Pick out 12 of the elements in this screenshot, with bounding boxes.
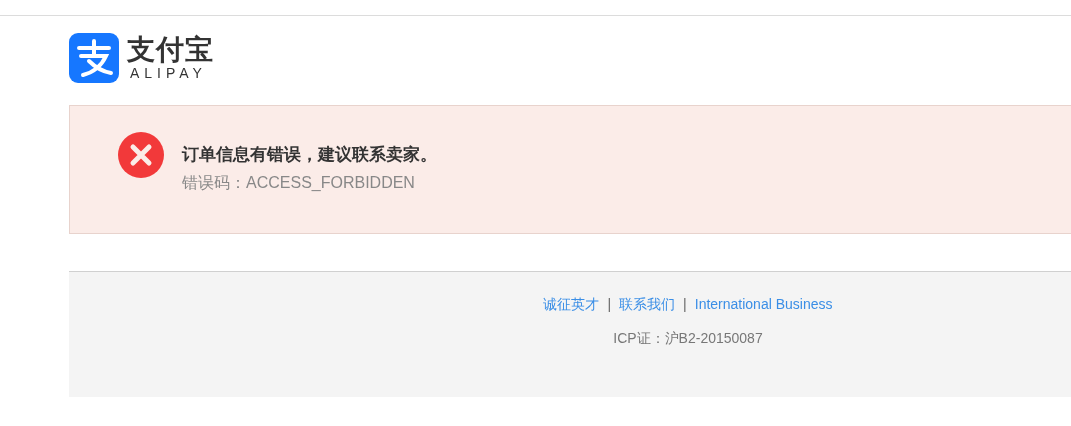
link-separator: |: [607, 295, 612, 314]
error-code: 错误码：ACCESS_FORBIDDEN: [182, 173, 416, 193]
logo-subtitle: ALIPAY: [130, 65, 208, 81]
license-text: ICP证：沪B2-20150087: [613, 329, 763, 348]
error-message: 订单信息有错误，建议联系卖家。: [182, 144, 437, 164]
link-separator: |: [683, 295, 687, 314]
error-icon: [118, 132, 164, 178]
footer-link[interactable]: 联系我们: [619, 294, 676, 314]
footer-link[interactable]: International Business: [694, 294, 833, 314]
logo-name: 支付宝: [127, 35, 214, 65]
footer-link[interactable]: 诚征英才: [543, 294, 600, 314]
logo-icon: [69, 33, 119, 83]
